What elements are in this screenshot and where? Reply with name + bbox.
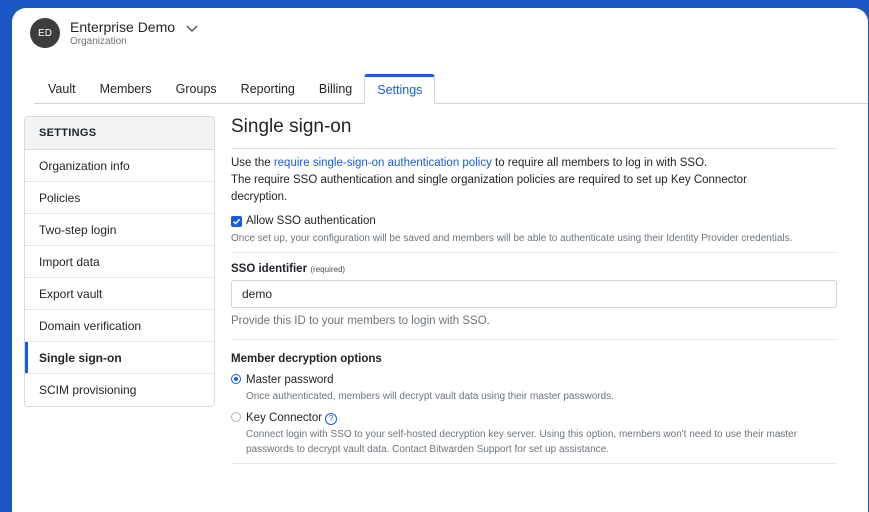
key-connector-option[interactable]: Key Connector?	[231, 410, 837, 427]
sidebar-item-single-sign-on[interactable]: Single sign-on	[25, 342, 214, 374]
allow-sso-help: Once set up, your configuration will be …	[231, 233, 793, 244]
tab-vault[interactable]: Vault	[36, 74, 88, 104]
org-name: Enterprise Demo	[70, 19, 176, 36]
tab-members[interactable]: Members	[88, 74, 164, 104]
settings-sidebar: SETTINGS Organization info Policies Two-…	[24, 116, 215, 407]
sidebar-item-import-data[interactable]: Import data	[25, 246, 214, 278]
sidebar-item-scim-provisioning[interactable]: SCIM provisioning	[25, 374, 214, 406]
intro-text: Use the require single-sign-on authentic…	[231, 155, 837, 172]
section-divider	[231, 252, 837, 253]
tab-reporting[interactable]: Reporting	[229, 74, 307, 104]
sidebar-item-domain-verification[interactable]: Domain verification	[25, 310, 214, 342]
required-indicator: (required)	[310, 265, 346, 274]
allow-sso-row[interactable]: Allow SSO authentication	[231, 215, 837, 227]
sidebar-item-two-step-login[interactable]: Two-step login	[25, 214, 214, 246]
require-sso-policy-link[interactable]: require single-sign-on authentication po…	[274, 157, 492, 169]
sso-identifier-help: Provide this ID to your members to login…	[231, 315, 490, 327]
question-circle-icon[interactable]: ?	[325, 412, 338, 425]
org-tabs: Vault Members Groups Reporting Billing S…	[36, 74, 868, 104]
avatar: ED	[30, 18, 60, 48]
sidebar-heading: SETTINGS	[25, 117, 214, 150]
key-connector-radio[interactable]	[231, 412, 241, 422]
master-password-radio[interactable]	[231, 374, 241, 384]
tab-settings[interactable]: Settings	[364, 74, 436, 104]
allow-sso-label: Allow SSO authentication	[246, 215, 376, 227]
intro-line2: The require SSO authentication and singl…	[231, 174, 747, 203]
key-connector-help: Connect login with SSO to your self-host…	[246, 429, 798, 455]
intro-suffix: to require all members to log in with SS…	[491, 157, 708, 169]
sso-identifier-label: SSO identifier	[231, 263, 308, 275]
master-password-label: Master password	[246, 374, 334, 386]
sidebar-item-export-vault[interactable]: Export vault	[25, 278, 214, 310]
app-window: ED Enterprise Demo Organization Vault Me…	[12, 8, 868, 512]
sso-identifier-label-row: SSO identifier (required)	[231, 261, 837, 275]
chevron-down-icon[interactable]	[186, 22, 198, 36]
org-type: Organization	[70, 35, 127, 47]
tab-groups[interactable]: Groups	[164, 74, 229, 104]
page-title: Single sign-on	[231, 116, 837, 149]
tab-billing[interactable]: Billing	[307, 74, 364, 104]
master-password-option[interactable]: Master password	[231, 372, 837, 389]
key-connector-label: Key Connector	[246, 412, 323, 424]
sso-identifier-input[interactable]	[231, 280, 837, 308]
sidebar-item-policies[interactable]: Policies	[25, 182, 214, 214]
section-divider	[231, 463, 837, 464]
intro-prefix: Use the	[231, 157, 274, 169]
master-password-help: Once authenticated, members will decrypt…	[246, 391, 614, 402]
section-divider	[231, 339, 837, 340]
org-switcher[interactable]: ED Enterprise Demo Organization	[30, 18, 198, 48]
decryption-options-heading: Member decryption options	[231, 353, 382, 365]
allow-sso-checkbox[interactable]	[231, 215, 242, 227]
sso-settings-panel: Single sign-on Use the require single-si…	[231, 116, 837, 464]
sidebar-item-organization-info[interactable]: Organization info	[25, 150, 214, 182]
